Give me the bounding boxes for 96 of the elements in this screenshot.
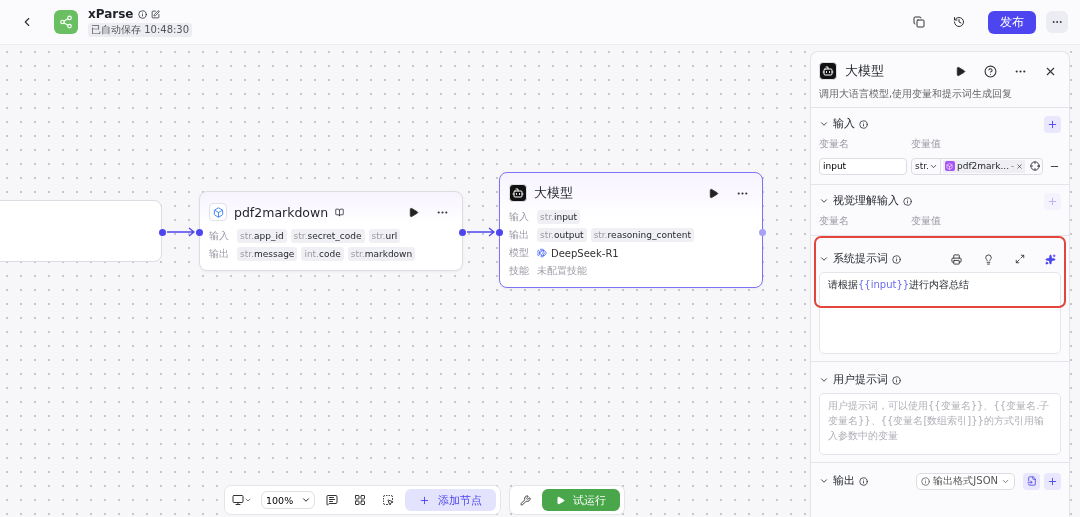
monitor-icon — [232, 494, 244, 506]
nodes-icon — [59, 15, 73, 29]
variable-tag: str.secret_code — [290, 229, 365, 243]
info-icon — [892, 254, 901, 264]
caret-icon — [301, 495, 312, 505]
node-title: pdf2markdown — [234, 204, 329, 220]
chevron-icon — [819, 476, 829, 486]
app-title: xParse — [88, 7, 134, 21]
variable-tag: str.markdown — [347, 247, 416, 261]
variable-tag: str.reasoning_content — [590, 228, 694, 242]
lightbulb-icon — [982, 253, 994, 265]
import-button[interactable] — [1023, 472, 1040, 490]
plus-icon — [1047, 475, 1058, 487]
connection-port[interactable] — [196, 229, 203, 236]
variable-tag: str.url — [368, 229, 401, 243]
play-icon — [954, 65, 966, 77]
variable-tag: str.output — [537, 228, 587, 242]
add-button[interactable] — [1044, 115, 1061, 133]
plus-icon — [419, 494, 431, 506]
publish-button[interactable]: 发布 — [988, 10, 1036, 34]
caret-icon — [244, 496, 252, 504]
column-label: 变量名 — [819, 137, 850, 151]
row-label: 输入 — [509, 210, 530, 224]
chevron-icon — [819, 254, 829, 264]
grid-icon — [354, 494, 367, 506]
edit-icon — [150, 9, 160, 19]
expand-icon — [1015, 254, 1025, 264]
node-card[interactable]: pdf2markdown 输入 str.app_id str.secret_code str.url 输出 str.message int.code str.markdown — [199, 191, 463, 271]
plus-icon — [1047, 118, 1058, 130]
model-name: DeepSeek-R1 — [551, 247, 619, 259]
info-icon — [859, 476, 868, 486]
autosave-status: 已自动保存 10:48:30 — [88, 23, 193, 37]
selection-icon — [382, 494, 395, 506]
more-button[interactable] — [1046, 11, 1068, 33]
copy-icon — [913, 16, 925, 28]
section-title: 输出 — [833, 474, 855, 488]
variable-tag: str.input — [537, 210, 581, 224]
node-card[interactable] — [0, 200, 162, 262]
info-icon — [137, 9, 147, 19]
cube-icon — [944, 161, 955, 171]
section-title: 输入 — [833, 117, 855, 131]
wrench-icon — [519, 494, 531, 506]
connector-arrow — [167, 227, 195, 237]
system-prompt-field[interactable]: 请根据{{input}}进行内容总结 — [819, 272, 1061, 354]
node-card[interactable]: 大模型 输入 str.input 输出 str.output str.reasoning_content 模型 DeepSeek-R1 技能 未配置技能 — [499, 172, 763, 288]
variable-tag: str.message — [237, 247, 298, 261]
variable-tag: str.app_id — [237, 229, 287, 243]
info-icon — [903, 196, 912, 206]
connection-port[interactable] — [496, 229, 503, 236]
skills-value: 未配置技能 — [537, 264, 587, 278]
section-title: 用户提示词 — [833, 373, 888, 387]
row-label: 模型 — [509, 246, 530, 260]
info-icon — [921, 476, 931, 486]
connection-port[interactable] — [159, 229, 166, 236]
play-icon — [556, 495, 566, 505]
panel-description: 调用大语言模型,使用变量和提示词生成回复 — [819, 87, 1014, 101]
robot-icon — [819, 62, 837, 80]
cube-icon — [209, 203, 227, 221]
close-icon — [1015, 162, 1023, 170]
play-icon — [707, 187, 719, 199]
import-icon — [1026, 476, 1037, 486]
comment-icon — [326, 494, 339, 506]
variable-name-field[interactable]: input — [819, 157, 907, 175]
variable-tag: int.code — [301, 247, 344, 261]
row-label: 输出 — [209, 247, 230, 261]
info-icon — [859, 119, 868, 129]
chevron-icon — [819, 375, 829, 385]
help-icon — [983, 64, 997, 78]
robot-icon — [509, 184, 527, 202]
history-icon — [953, 16, 965, 28]
add-button[interactable] — [1044, 472, 1061, 490]
printer-icon — [950, 253, 962, 265]
node-title: 大模型 — [534, 184, 573, 202]
panel-title: 大模型 — [845, 62, 885, 80]
info-icon — [892, 375, 901, 385]
column-label: 变量值 — [911, 214, 942, 228]
section-title: 系统提示词 — [833, 252, 888, 266]
book-icon — [335, 207, 345, 217]
section-title: 视觉理解输入 — [833, 194, 899, 208]
variable-value-field[interactable]: str. pdf2mark... - — [911, 157, 1043, 175]
column-label: 变量值 — [911, 137, 942, 151]
zoom-select[interactable]: 100% — [261, 491, 316, 509]
row-label: 输入 — [209, 229, 230, 243]
target-icon — [1030, 161, 1040, 171]
connector-arrow — [467, 227, 495, 237]
add-node-button[interactable]: 添加节点 — [405, 489, 497, 511]
play-icon — [407, 206, 419, 218]
sparkle-icon — [1044, 253, 1056, 265]
plus-icon — [1047, 195, 1058, 207]
row-label: 输出 — [509, 228, 530, 242]
chevron-icon — [819, 196, 829, 206]
row-label: 技能 — [509, 264, 530, 278]
output-format-select[interactable]: 输出格式JSON — [916, 472, 1015, 490]
column-label: 变量名 — [819, 214, 850, 228]
chevron-icon — [819, 119, 829, 129]
connection-port[interactable] — [459, 229, 466, 236]
